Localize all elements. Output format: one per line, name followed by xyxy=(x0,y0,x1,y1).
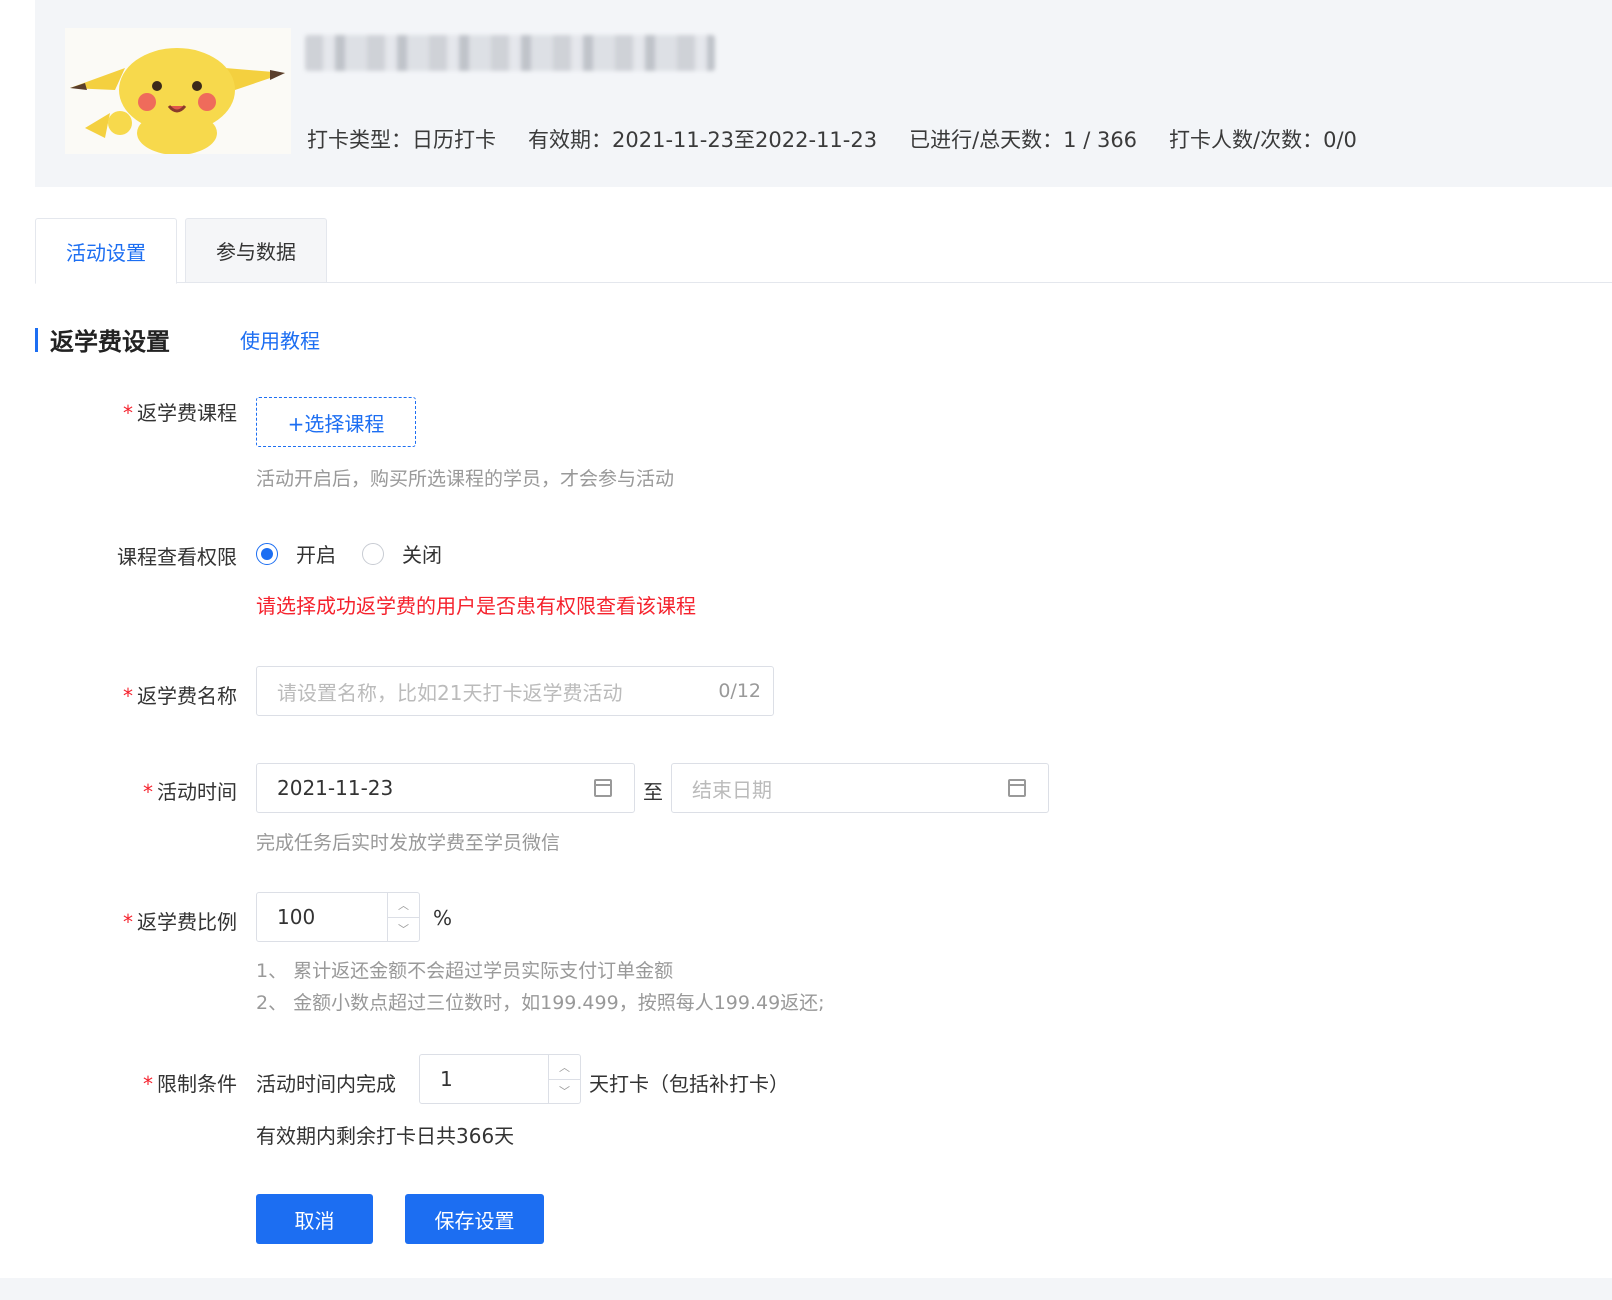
tutorial-link[interactable]: 使用教程 xyxy=(240,325,320,354)
limit-stepper[interactable]: 1 ︿ ﹀ xyxy=(419,1054,581,1104)
tab-bar: 活动设置 参与数据 xyxy=(35,218,1612,284)
tab-participation-data[interactable]: 参与数据 xyxy=(185,218,327,283)
name-input[interactable]: 请设置名称，比如21天打卡返学费活动 0/12 xyxy=(256,666,774,716)
required-mark: * xyxy=(143,780,153,804)
ratio-stepper-arrows: ︿ ﹀ xyxy=(387,893,419,941)
ratio-label-text: 返学费比例 xyxy=(137,910,237,934)
radio-open[interactable] xyxy=(256,542,278,565)
participant-count: 打卡人数/次数：0/0 xyxy=(1169,128,1357,152)
end-date-placeholder: 结束日期 xyxy=(692,777,772,802)
limit-label-text: 限制条件 xyxy=(157,1072,237,1096)
tab-activity-settings[interactable]: 活动设置 xyxy=(35,218,177,284)
radio-open-label[interactable]: 开启 xyxy=(296,539,336,568)
time-label: * 活动时间 xyxy=(143,776,237,805)
name-label: * 返学费名称 xyxy=(123,680,237,709)
ratio-stepper[interactable]: 100 ︿ ﹀ xyxy=(256,892,420,942)
chevron-down-icon[interactable]: ﹀ xyxy=(549,1080,580,1104)
activity-title-blurred xyxy=(305,35,715,71)
permission-hint: 请选择成功返学费的用户是否患有权限查看该课程 xyxy=(256,594,696,618)
date-separator: 至 xyxy=(643,780,663,804)
name-label-text: 返学费名称 xyxy=(137,684,237,708)
start-date-value: 2021-11-23 xyxy=(277,776,394,800)
course-hint: 活动开启后，购买所选课程的学员，才会参与活动 xyxy=(256,468,675,490)
course-label-text: 返学费课程 xyxy=(137,401,237,425)
ratio-unit: % xyxy=(433,906,453,930)
ratio-hint-1: 1、 累计返还金额不会超过学员实际支付订单金额 xyxy=(256,960,674,982)
pikachu-image xyxy=(65,28,291,154)
calendar-icon[interactable] xyxy=(594,779,612,797)
activity-meta: 打卡类型：日历打卡 有效期：2021-11-23至2022-11-23 已进行/… xyxy=(307,124,1357,154)
ratio-value: 100 xyxy=(277,905,316,929)
ratio-hint-2: 2、 金额小数点超过三位数时，如199.499，按照每人199.49返还; xyxy=(256,992,825,1014)
radio-close-label[interactable]: 关闭 xyxy=(402,539,442,568)
ratio-label: * 返学费比例 xyxy=(123,906,237,935)
cancel-button[interactable]: 取消 xyxy=(256,1194,373,1244)
start-date-input[interactable]: 2021-11-23 xyxy=(256,763,635,813)
section-header: 返学费设置 使用教程 xyxy=(35,322,320,357)
section-title: 返学费设置 xyxy=(50,328,170,356)
required-mark: * xyxy=(143,1072,153,1096)
limit-label: * 限制条件 xyxy=(143,1068,237,1097)
time-label-text: 活动时间 xyxy=(157,780,237,804)
select-course-button[interactable]: +选择课程 xyxy=(256,397,416,447)
limit-value: 1 xyxy=(440,1067,453,1091)
end-date-input[interactable]: 结束日期 xyxy=(671,763,1049,813)
validity-period: 有效期：2021-11-23至2022-11-23 xyxy=(528,128,878,152)
section-accent-bar xyxy=(35,327,38,352)
required-mark: * xyxy=(123,684,133,708)
chevron-up-icon[interactable]: ︿ xyxy=(549,1055,580,1080)
required-mark: * xyxy=(123,910,133,934)
limit-stepper-arrows: ︿ ﹀ xyxy=(548,1055,580,1103)
required-mark: * xyxy=(123,401,133,425)
activity-cover-image xyxy=(65,28,291,154)
radio-close[interactable] xyxy=(362,542,384,565)
permission-radio-group: 开启 关闭 xyxy=(256,539,468,568)
calendar-icon[interactable] xyxy=(1008,779,1026,797)
limit-hint: 有效期内剩余打卡日共366天 xyxy=(256,1124,515,1148)
activity-header: 打卡类型：日历打卡 有效期：2021-11-23至2022-11-23 已进行/… xyxy=(35,0,1612,187)
limit-prefix: 活动时间内完成 xyxy=(256,1072,396,1096)
name-char-count: 0/12 xyxy=(718,680,761,702)
checkin-type: 打卡类型：日历打卡 xyxy=(307,128,496,152)
limit-suffix: 天打卡（包括补打卡） xyxy=(589,1072,789,1096)
name-placeholder: 请设置名称，比如21天打卡返学费活动 xyxy=(277,680,623,705)
save-settings-button[interactable]: 保存设置 xyxy=(405,1194,544,1244)
footer-strip xyxy=(0,1278,1612,1300)
chevron-up-icon[interactable]: ︿ xyxy=(388,893,419,918)
permission-label: 课程查看权限 xyxy=(117,545,237,569)
progress-days: 已进行/总天数：1 / 366 xyxy=(909,128,1138,152)
chevron-down-icon[interactable]: ﹀ xyxy=(388,918,419,942)
time-hint: 完成任务后实时发放学费至学员微信 xyxy=(256,832,561,854)
course-label: * 返学费课程 xyxy=(123,397,237,426)
